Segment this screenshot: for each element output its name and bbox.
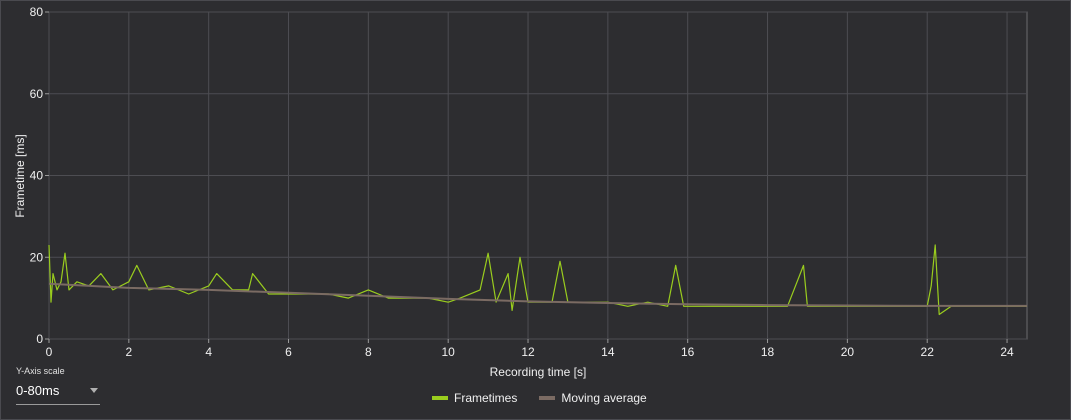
y-axis-scale-label: Y-Axis scale [16, 366, 65, 376]
series-layer [48, 244, 1027, 316]
x-tick-label: 22 [921, 345, 935, 359]
legend-item-frametimes[interactable]: Frametimes [432, 391, 517, 405]
frametime-chart: 0 2 4 6 8 10 12 14 16 18 20 22 24020406080 Recording… [13, 5, 1028, 379]
x-tick-label: 2 [125, 345, 132, 359]
x-tick-label: 8 [365, 345, 372, 359]
x-tick-label: 6 [285, 345, 292, 359]
x-tick-label: 10 [442, 345, 456, 359]
x-axis-title: Recording time [s] [490, 365, 587, 379]
y-tick-label: 20 [30, 250, 44, 264]
x-tick-label: 0 [46, 345, 53, 359]
y-axis-scale-value: 0-80ms [16, 383, 60, 398]
x-tick-label: 12 [521, 345, 535, 359]
series-line-moving-average [48, 282, 1027, 307]
y-tick-label: 40 [30, 169, 44, 183]
x-tick-label: 18 [761, 345, 775, 359]
x-tick-label: 4 [205, 345, 212, 359]
y-axis-scale-dropdown[interactable]: 0-80ms [16, 380, 100, 405]
x-tick-label: 16 [681, 345, 695, 359]
chevron-down-icon [90, 388, 98, 393]
x-tick-label: 14 [601, 345, 615, 359]
legend-swatch-moving-average [539, 396, 556, 400]
y-tick-label: 80 [30, 5, 44, 19]
y-axis-title: Frametime [ms] [13, 134, 27, 217]
y-tick-label: 0 [36, 332, 43, 346]
legend-item-moving-average[interactable]: Moving average [539, 391, 647, 405]
legend-label-frametimes: Frametimes [454, 391, 518, 405]
legend: Frametimes Moving average [432, 390, 669, 406]
y-tick-label: 60 [30, 87, 44, 101]
legend-label-moving-average: Moving average [561, 391, 647, 405]
x-tick-label: 24 [1000, 345, 1014, 359]
series-line-frametimes [48, 244, 1027, 316]
x-tick-label: 20 [841, 345, 855, 359]
legend-swatch-frametimes [432, 396, 448, 400]
